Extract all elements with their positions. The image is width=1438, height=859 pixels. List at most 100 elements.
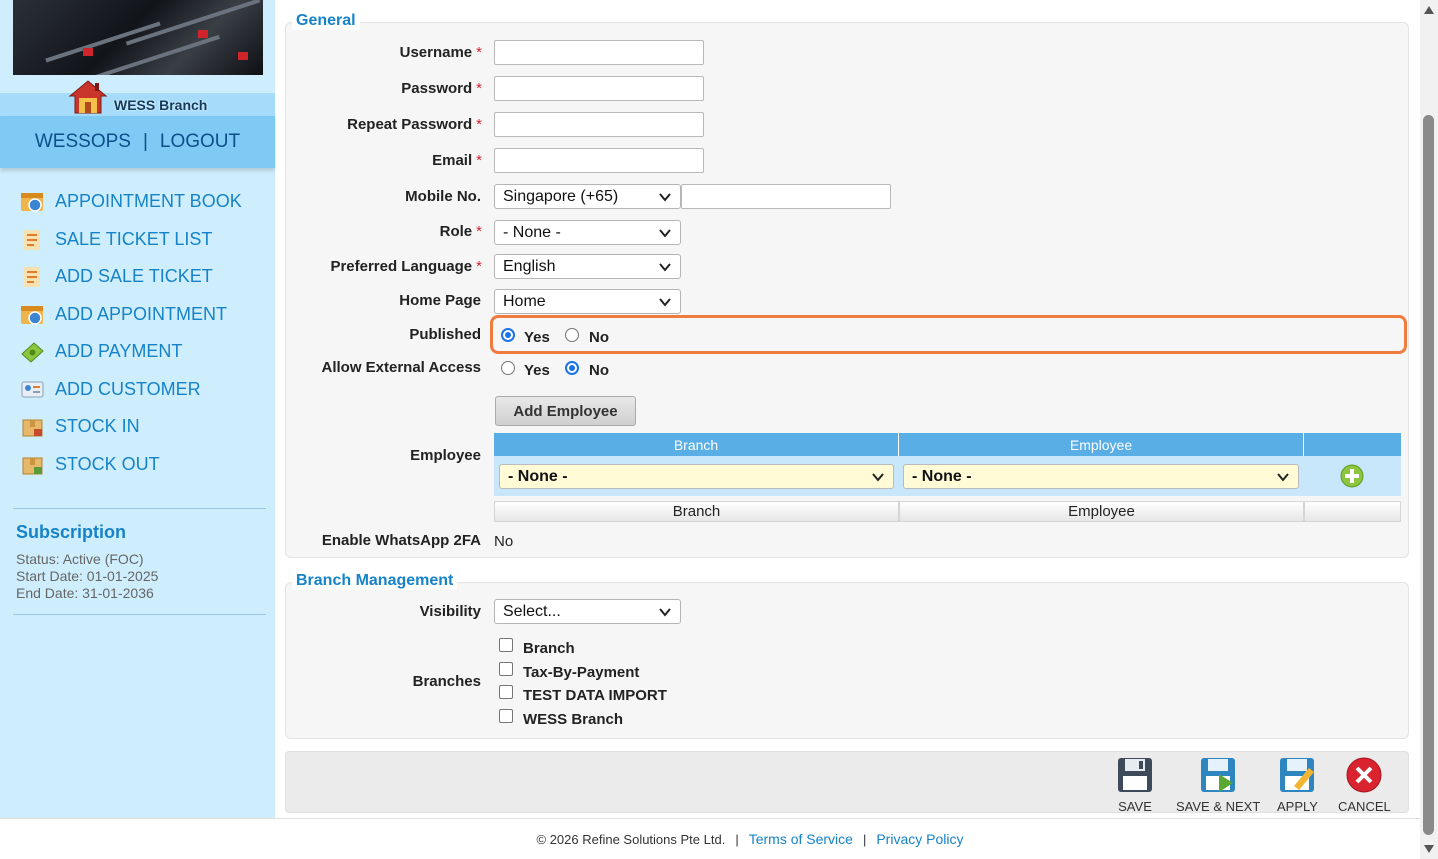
employee-table-header-employee: Employee	[899, 433, 1304, 456]
branch-checkbox[interactable]	[499, 685, 513, 699]
menu-label: STOCK IN	[55, 416, 140, 437]
language-label: Preferred Language *	[330, 258, 482, 275]
copyright: © 2026 Refine Solutions Pte Ltd.	[536, 831, 726, 847]
user-separator: |	[142, 131, 148, 152]
subscription-status: Status: Active (FOC)	[16, 551, 144, 567]
homepage-label: Home Page	[399, 292, 481, 309]
chevron-down-icon	[659, 192, 671, 202]
subscription-end: End Date: 31-01-2036	[16, 585, 154, 601]
menu-item-add-payment[interactable]: ADD PAYMENT	[0, 333, 275, 371]
external-yes-radio[interactable]	[501, 361, 515, 375]
visibility-label: Visibility	[419, 603, 481, 620]
repeat-password-label: Repeat Password *	[347, 116, 482, 133]
published-yes-label: Yes	[524, 329, 550, 346]
logout-link[interactable]: LOGOUT	[160, 131, 240, 153]
apply-button[interactable]: APPLY	[1277, 756, 1318, 814]
menu-item-stock-out[interactable]: STOCK OUT	[0, 446, 275, 484]
mobile-label: Mobile No.	[405, 188, 481, 205]
published-highlight	[490, 315, 1407, 354]
box-in-icon	[22, 419, 43, 437]
email-input[interactable]	[494, 148, 704, 173]
password-label: Password *	[401, 80, 482, 97]
published-yes-radio[interactable]	[501, 328, 515, 342]
subscription-title: Subscription	[16, 522, 127, 542]
sidebar: WESS Branch WESSOPS | LOGOUT APPOINTMENT…	[0, 0, 275, 818]
branch-checkbox-label: WESS Branch	[523, 711, 624, 728]
branch-checkbox[interactable]	[499, 638, 513, 652]
menu-item-add-sale-ticket[interactable]: ADD SALE TICKET	[0, 258, 275, 296]
scroll-down-icon[interactable]	[1423, 844, 1435, 854]
cancel-button[interactable]: CANCEL	[1338, 756, 1391, 814]
whatsapp-2fa-value: No	[494, 533, 514, 550]
username-input[interactable]	[494, 40, 704, 65]
page-footer: © 2026 Refine Solutions Pte Ltd. | Terms…	[0, 818, 1420, 859]
banner-image	[13, 0, 263, 75]
employee-table-footer-employee: Employee	[899, 501, 1304, 522]
branch-checkbox[interactable]	[499, 662, 513, 676]
save-button[interactable]: SAVE	[1116, 756, 1154, 814]
scrollbar-thumb[interactable]	[1423, 115, 1434, 835]
add-employee-button[interactable]: Add Employee	[495, 396, 636, 426]
divider	[13, 614, 266, 615]
homepage-select[interactable]: Home	[494, 289, 681, 314]
privacy-link[interactable]: Privacy Policy	[876, 831, 963, 847]
visibility-select[interactable]: Select...	[494, 599, 681, 624]
user-link[interactable]: WESSOPS	[35, 131, 131, 153]
language-select[interactable]: English	[494, 254, 681, 279]
user-bar: WESSOPS | LOGOUT	[0, 116, 275, 168]
mobile-input[interactable]	[681, 184, 891, 209]
box-out-icon	[22, 457, 43, 475]
menu-label: ADD SALE TICKET	[55, 266, 213, 287]
sidebar-menu: APPOINTMENT BOOK SALE TICKET LIST ADD SA…	[0, 183, 275, 483]
menu-item-stock-in[interactable]: STOCK IN	[0, 408, 275, 446]
customer-card-icon	[21, 381, 44, 398]
branches-label: Branches	[412, 673, 481, 690]
branch-name: WESS Branch	[114, 97, 208, 113]
branch-checkbox-label: TEST DATA IMPORT	[523, 687, 667, 704]
published-no-radio[interactable]	[565, 328, 579, 342]
country-code-select[interactable]: Singapore (+65)	[494, 184, 681, 209]
external-yes-label: Yes	[524, 362, 550, 379]
divider	[13, 508, 266, 509]
visibility-value: Select...	[503, 602, 561, 620]
terms-link[interactable]: Terms of Service	[749, 831, 853, 847]
chevron-down-icon	[1277, 472, 1289, 482]
save-next-button[interactable]: SAVE & NEXT	[1176, 756, 1260, 814]
password-input[interactable]	[494, 76, 704, 101]
menu-label: APPOINTMENT BOOK	[55, 191, 242, 212]
chevron-down-icon	[659, 228, 671, 238]
footer-divider: |	[735, 831, 739, 847]
ticket-add-icon	[24, 267, 40, 288]
menu-item-add-customer[interactable]: ADD CUSTOMER	[0, 371, 275, 409]
floppy-disk-icon	[1118, 758, 1152, 792]
employee-table-header-branch: Branch	[494, 433, 899, 456]
menu-item-appointment-book[interactable]: APPOINTMENT BOOK	[0, 183, 275, 221]
menu-label: ADD PAYMENT	[55, 341, 183, 362]
employee-label: Employee	[410, 447, 481, 464]
branch-checkbox[interactable]	[499, 709, 513, 723]
scroll-up-icon[interactable]	[1423, 5, 1435, 15]
role-label: Role *	[439, 223, 482, 240]
chevron-down-icon	[872, 472, 884, 482]
branch-checkbox-label: Branch	[523, 640, 575, 657]
ticket-list-icon	[24, 229, 40, 250]
branch-management-legend: Branch Management	[292, 572, 458, 590]
repeat-password-input[interactable]	[494, 112, 704, 137]
username-label: Username *	[399, 44, 482, 61]
menu-item-add-appointment[interactable]: ADD APPOINTMENT	[0, 296, 275, 334]
whatsapp-2fa-label: Enable WhatsApp 2FA	[321, 532, 481, 549]
employee-branch-select[interactable]: - None -	[499, 464, 894, 489]
employee-employee-select[interactable]: - None -	[903, 464, 1299, 489]
language-value: English	[503, 257, 556, 275]
external-no-radio[interactable]	[565, 361, 579, 375]
employee-table-footer-branch: Branch	[494, 501, 899, 522]
menu-label: ADD APPOINTMENT	[55, 303, 228, 324]
employee-table-header-action	[1304, 433, 1401, 456]
chevron-down-icon	[659, 607, 671, 617]
role-select[interactable]: - None -	[494, 220, 681, 245]
floppy-next-icon	[1201, 758, 1236, 792]
close-icon	[1346, 757, 1382, 793]
menu-item-sale-ticket-list[interactable]: SALE TICKET LIST	[0, 221, 275, 259]
add-row-icon[interactable]	[1340, 464, 1364, 488]
menu-label: ADD CUSTOMER	[55, 378, 201, 399]
